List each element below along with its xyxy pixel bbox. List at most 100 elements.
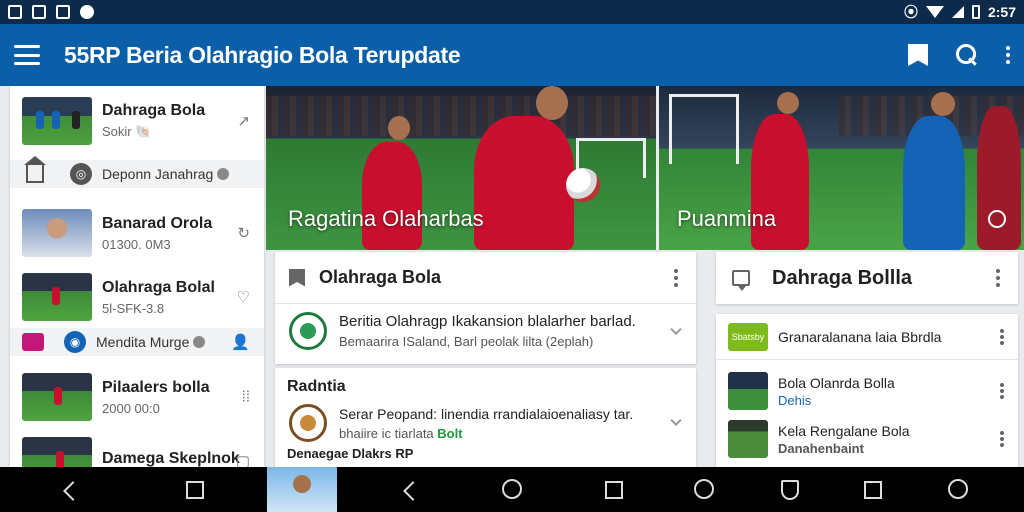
assistant-icon[interactable] [694,479,714,499]
sidebar-item-subtitle: 5l-SFK-3.8 [102,300,165,316]
bookmark-icon[interactable] [908,44,928,66]
share-icon[interactable]: ↗ [237,112,250,130]
notification-app-icon [80,5,94,19]
right-header-card: Dahraga Bollla [716,252,1018,304]
app-bar-actions [908,44,1010,66]
back-icon[interactable] [403,481,423,501]
refresh-icon[interactable]: ↻ [237,224,250,242]
sidebar-row-label: Mendita Murge [96,334,190,350]
favorite-icon[interactable]: ♡ [237,288,250,306]
news-thumbnail [728,372,768,410]
article-title: Beritia Olahragp Ikakansion blalarher ba… [339,313,636,330]
list-item-subtitle: Dehis [778,392,812,408]
player-blue [903,116,965,250]
notification-photo-icon [56,5,70,19]
status-bar: ⦿ 2:57 [0,0,1024,24]
sidebar-item-olahraga-bolal[interactable]: Olahraga Bolal 5l-SFK-3.8 ♡ [10,266,264,328]
app-title: 55RP Beria Olahragio Bola Terupdate [64,41,461,68]
search-icon[interactable] [956,44,978,66]
signal-icon [951,6,964,18]
bookmark-tag-icon [289,268,305,287]
list-item-title: Kela Rengalane Bola [778,422,910,439]
comment-icon [732,270,750,291]
sidebar-item-pilaalers[interactable]: Pilaalers bolla 2000 00:0 ⁞⁞ [10,366,264,428]
featured-banner-2[interactable]: Puanmina [659,86,1024,250]
promo-chip: Sbatsby [728,322,768,351]
home-button-icon[interactable] [502,479,522,499]
promo-title: Granaralanana laia Bbrdla [778,328,942,345]
overflow-menu-icon[interactable] [1006,46,1010,64]
row-more-icon[interactable] [1000,328,1004,345]
news-thumbnail [22,273,92,321]
sidebar-item-title: Pilaalers bolla [102,378,210,396]
card-more-icon[interactable] [996,269,1000,287]
sidebar-item-title: Dahraga Bola [102,102,206,119]
more-options-icon[interactable]: ⁞⁞ [242,389,250,406]
featured-card: Radntia Serar Peopand: linendia rrandial… [275,368,696,467]
info-badge-icon [193,336,206,348]
club-logo-icon [289,312,327,350]
sidebar-item-deponn[interactable]: ◎ Deponn Janahrag [10,156,264,188]
wifi-icon [925,6,944,18]
chevron-down-icon[interactable] [670,414,682,427]
pinned-app-thumbnail[interactable] [267,467,337,512]
sidebar-item-subtitle: Sokir 🐚 [102,124,152,139]
featured-article-text-2: bhaiire ic tiarlata [339,425,438,441]
notification-gallery-icon [32,5,46,19]
player-head [777,92,799,114]
feed-card: Olahraga Bola Beritia Olahragp Ikakansio… [275,252,696,364]
player-red [362,142,422,250]
hamburger-menu-icon[interactable] [14,45,40,65]
recent-apps-icon[interactable] [864,481,882,499]
banner-caption: Puanmina [677,206,777,231]
sidebar-item-dahraga-bola[interactable]: Dahraga Bola Sokir 🐚 ↗ [10,90,264,152]
team-icon: ◉ [64,331,86,353]
profile-icon[interactable]: 👤 [231,333,250,351]
card-more-icon[interactable] [674,269,678,287]
feed-article-row[interactable]: Beritia Olahragp Ikakansion blalarher ba… [275,304,696,358]
news-thumbnail [22,437,92,467]
chevron-down-icon[interactable] [670,323,682,336]
list-item-subtitle: Danahenbaint [778,440,864,456]
sidebar-item-subtitle: 01300. 0M3 [102,236,171,252]
featured-footer: Denaegae Dlakrs RP [287,446,414,461]
player-head [931,92,955,116]
banner-caption: Ragatina Olaharbas [288,206,484,231]
featured-highlight: Bolt [437,425,463,441]
battery-icon [971,5,980,19]
row-more-icon[interactable] [1000,383,1004,399]
recent-apps-icon[interactable] [605,481,623,499]
news-thumbnail [22,373,92,421]
football [566,168,600,202]
row-more-icon[interactable] [1000,431,1004,447]
news-thumbnail [22,97,92,145]
system-nav-bar [0,467,1024,512]
music-icon[interactable] [948,479,968,499]
list-item-title: Bola Olanrda Bolla [778,374,895,391]
select-circle-icon[interactable] [988,210,1006,228]
list-item[interactable]: Bola Olanrda Bolla Dehis [716,368,1018,414]
clock: 2:57 [987,4,1016,20]
sidebar-row-label: Deponn Janahrag [102,166,214,182]
sidebar-item-banarad[interactable]: Banarad Orola 01300. 0M3 ↻ [10,202,264,264]
media-icon [22,333,44,351]
back-icon[interactable] [63,481,83,501]
recent-apps-icon[interactable] [186,481,204,499]
notification-icons [8,5,94,19]
featured-article-text: Serar Peopand: linendia rrandialaioenali… [339,405,634,422]
window-icon[interactable]: ▢ [236,452,250,467]
shield-icon[interactable] [781,480,799,500]
featured-article-row[interactable]: Serar Peopand: linendia rrandialaioenali… [275,402,696,442]
featured-section-title: Radntia [287,378,346,395]
right-list-card: Sbatsby Granaralanana laia Bbrdla Bola O… [716,314,1018,467]
news-thumbnail [728,420,768,458]
player-red-main [474,116,574,250]
home-icon [24,156,46,183]
promo-row[interactable]: Sbatsby Granaralanana laia Bbrdla [716,314,1018,360]
list-item[interactable]: Kela Rengalane Bola Danahenbaint [716,416,1018,462]
sidebar-item-title: Banarad Orola [102,214,213,232]
featured-banner-1[interactable]: Ragatina Olaharbas [266,86,656,250]
sidebar-item-mendita[interactable]: ◉ Mendita Murge 👤 [10,328,264,356]
sidebar-item-damega[interactable]: Damega Skeplnok ▢ [10,430,264,467]
info-badge-icon [217,168,230,180]
